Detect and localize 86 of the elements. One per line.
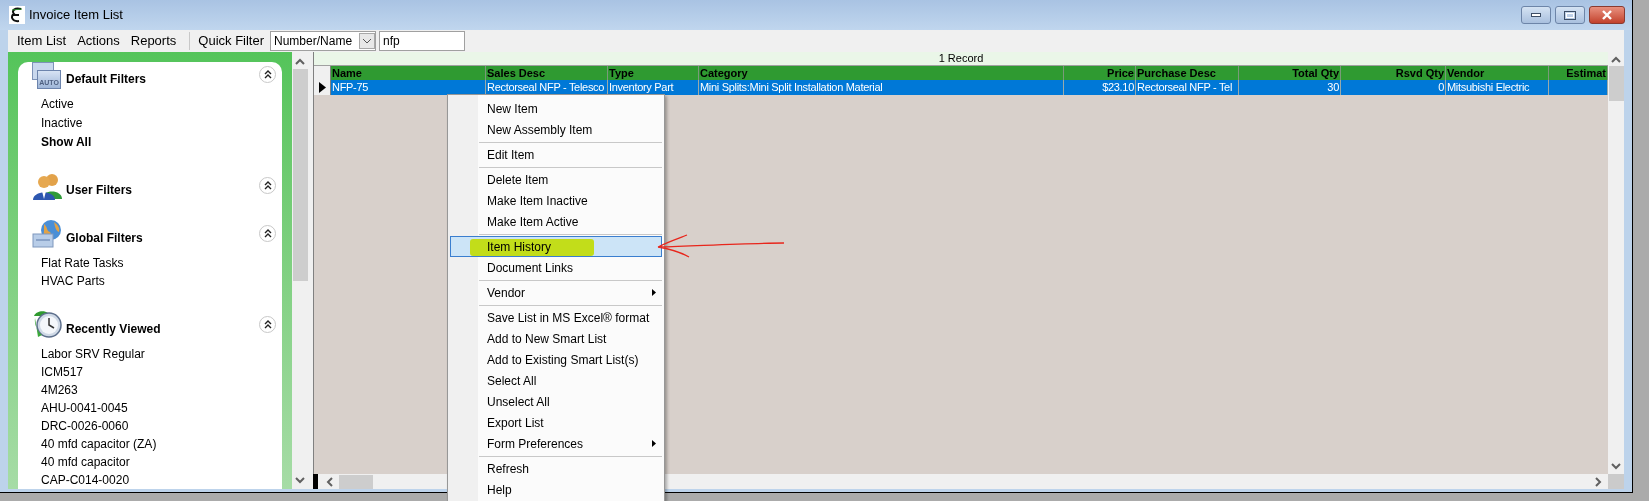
menu-option[interactable]: Form Preferences — [450, 433, 662, 454]
menu-option[interactable]: Select All — [450, 370, 662, 391]
table-cell: Inventory Part — [609, 81, 674, 93]
filter-item[interactable]: 4M263 — [32, 381, 78, 399]
filter-item[interactable]: CAP-C014-0020 — [32, 471, 130, 489]
menu-option[interactable]: Help — [450, 479, 662, 500]
menu-option[interactable]: Refresh — [450, 458, 662, 479]
filter-item[interactable]: Inactive — [32, 114, 83, 133]
menu-option[interactable]: Export List — [450, 412, 662, 433]
row-pointer-icon — [318, 82, 326, 93]
people-icon — [32, 171, 62, 201]
double-chevron-up-icon — [263, 229, 272, 238]
filter-item[interactable]: ICM517 — [32, 363, 84, 381]
filter-item[interactable]: AHU-0041-0045 — [32, 399, 128, 417]
table-cell: Rectorseal NFP - Telesco — [487, 81, 605, 93]
menu-option[interactable]: Save List in MS Excel® format — [450, 307, 662, 328]
menu-option[interactable]: Document Links — [450, 257, 662, 278]
filter-item[interactable]: 40 mfd capacitor — [32, 453, 130, 471]
collapse-button[interactable] — [259, 225, 276, 242]
section-title: Default Filters — [66, 71, 147, 88]
row-header[interactable] — [314, 80, 331, 95]
filter-field-dropdown[interactable]: Number/Name — [270, 31, 377, 51]
menu-option[interactable]: Vendor — [450, 282, 662, 303]
filter-search-field[interactable]: nfp — [379, 31, 466, 51]
menu-option[interactable]: Make Item Active — [450, 211, 662, 232]
collapse-button[interactable] — [259, 66, 276, 83]
submenu-arrow-icon — [652, 440, 656, 447]
table-cell: 30 — [1327, 81, 1339, 93]
minimize-icon — [1531, 13, 1541, 17]
menu-option[interactable]: New Assembly Item — [450, 119, 662, 140]
menu-option[interactable]: New Item — [450, 98, 662, 119]
section-title: User Filters — [66, 182, 134, 199]
table-cell: Rectorseal NFP - Tel — [1137, 81, 1233, 93]
scroll-down-icon[interactable] — [295, 477, 305, 484]
scrollbar-thumb[interactable] — [292, 69, 308, 281]
close-icon — [1601, 10, 1613, 20]
close-button[interactable] — [1589, 6, 1625, 24]
menu-option[interactable]: Add to Existing Smart List(s) — [450, 349, 662, 370]
filter-item[interactable]: DRC-0026-0060 — [32, 417, 129, 435]
scrollbar-corner — [1608, 474, 1624, 489]
submenu-arrow-icon — [652, 289, 656, 296]
app-logo-icon — [9, 6, 25, 24]
clock-icon — [32, 310, 62, 340]
menu-option[interactable]: Item History — [450, 236, 662, 257]
double-chevron-up-icon — [263, 70, 272, 79]
table-cell: Mini Splits:Mini Split Installation Material — [700, 81, 883, 93]
menu-item[interactable]: Item List — [12, 31, 72, 51]
filter-item[interactable]: HVAC Parts — [32, 272, 105, 290]
section-title: Global Filters — [66, 230, 144, 247]
record-count: 1 Record — [938, 51, 984, 67]
collapse-button[interactable] — [259, 316, 276, 333]
quick-filter-label: Quick Filter — [198, 32, 265, 51]
scroll-right-icon[interactable] — [1595, 476, 1602, 487]
scroll-up-icon[interactable] — [295, 58, 305, 65]
filter-item[interactable]: Show All — [32, 133, 92, 152]
menu-option[interactable]: Unselect All — [450, 391, 662, 412]
scroll-up-icon[interactable] — [1611, 56, 1621, 63]
menu-item[interactable]: Reports — [125, 31, 182, 51]
double-chevron-up-icon — [263, 320, 272, 329]
menu-option[interactable]: Make Item Inactive — [450, 190, 662, 211]
grid-edge-block — [313, 474, 318, 489]
scroll-down-icon[interactable] — [1611, 463, 1621, 470]
scroll-left-icon[interactable] — [326, 476, 333, 487]
globe-card-icon — [32, 219, 62, 249]
filter-item[interactable]: Labor SRV Regular — [32, 345, 145, 363]
minimize-button[interactable] — [1521, 6, 1551, 24]
table-row[interactable]: NFP-75 Rectorseal NFP - Telesco Inventory Part Mini Splits:Mini Split Installation Material $23.10 Rectorseal NFP - Tel 30 0 Mitsubishi Electric — [314, 80, 1608, 95]
filter-item[interactable]: 40 mfd capacitor (ZA) — [32, 435, 157, 453]
table-cell: $23.10 — [1102, 81, 1134, 93]
table-cell: 0 — [1438, 81, 1444, 93]
double-chevron-up-icon — [263, 181, 272, 190]
filter-item[interactable]: Flat Rate Tasks — [32, 254, 124, 272]
menu-option[interactable]: Edit Item — [450, 144, 662, 165]
filter-item[interactable]: Active — [32, 95, 74, 114]
scrollbar-thumb[interactable] — [339, 474, 373, 489]
menu-option[interactable]: Add to New Smart List — [450, 328, 662, 349]
menu-item[interactable]: Actions — [72, 31, 125, 51]
window-title: Invoice Item List — [29, 6, 123, 25]
maximize-button[interactable] — [1555, 6, 1585, 24]
collapse-button[interactable] — [259, 177, 276, 194]
maximize-icon — [1564, 10, 1576, 20]
table-cell: NFP-75 — [332, 81, 369, 93]
menu-option[interactable]: Delete Item — [450, 169, 662, 190]
scrollbar-thumb[interactable] — [1608, 66, 1624, 101]
table-cell: Mitsubishi Electric — [1447, 81, 1530, 93]
section-title: Recently Viewed — [66, 321, 162, 338]
